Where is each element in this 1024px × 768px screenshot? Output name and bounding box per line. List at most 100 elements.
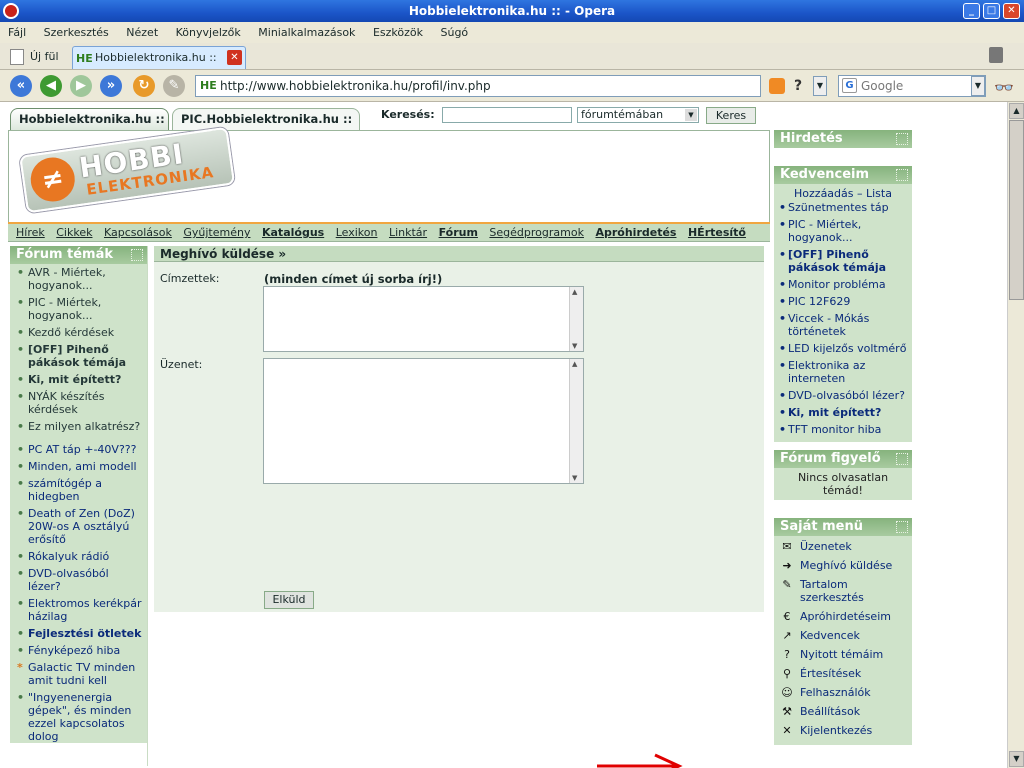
site-logo[interactable]: ≠ HOBBI ELEKTRONIKA: [19, 126, 237, 226]
fast-forward-icon[interactable]: »: [100, 75, 122, 97]
rewind-icon[interactable]: «: [10, 75, 32, 97]
panel-toggle-icon[interactable]: [131, 249, 143, 261]
ads-title: Hirdetés: [780, 131, 843, 146]
search-dropdown-icon[interactable]: ▼: [971, 76, 985, 96]
favorite-link[interactable]: Ki, mit épített?: [778, 406, 908, 419]
scroll-up-icon[interactable]: ▲: [1009, 103, 1024, 119]
forum-topic-link[interactable]: PC AT táp +-40V???: [14, 443, 143, 456]
panel-toggle-icon[interactable]: [896, 169, 908, 181]
favorite-link[interactable]: TFT monitor hiba: [778, 423, 908, 436]
forum-topic-link[interactable]: [OFF] Pihenő pákások témája: [14, 343, 143, 369]
zoom-glasses-icon[interactable]: 👓: [994, 78, 1014, 97]
panel-toggle-icon[interactable]: [896, 453, 908, 465]
favorite-link[interactable]: Elektronika az interneten: [778, 359, 908, 385]
nav-aprohirdetes[interactable]: Apróhirdetés: [595, 226, 676, 239]
forum-topic-link[interactable]: Fejlesztési ötletek: [14, 627, 143, 640]
menu-widgets[interactable]: Minialkalmazások: [258, 26, 355, 39]
page-scrollbar[interactable]: ▲ ▼: [1007, 102, 1024, 768]
nav-hirek[interactable]: Hírek: [16, 226, 45, 239]
nav-segedprogramok[interactable]: Segédprogramok: [489, 226, 584, 239]
menu-view[interactable]: Nézet: [126, 26, 158, 39]
my-menu-item[interactable]: ⚒ Beállítások: [778, 705, 908, 718]
new-tab-button[interactable]: Új fül: [8, 46, 59, 68]
search-engine-field[interactable]: G Google: [838, 75, 986, 97]
menu-edit[interactable]: Szerkesztés: [44, 26, 109, 39]
reload-icon[interactable]: ↻: [133, 75, 155, 97]
my-menu-item-label: Meghívó küldése: [800, 559, 893, 572]
scroll-down-icon[interactable]: ▼: [1009, 751, 1024, 767]
maximize-button[interactable]: □: [983, 3, 1000, 19]
favorite-link[interactable]: Viccek - Mókás történetek: [778, 312, 908, 338]
favorite-link[interactable]: PIC - Miértek, hogyanok...: [778, 218, 908, 244]
forum-topic-link[interactable]: Minden, ami modell: [14, 460, 143, 473]
favorite-link[interactable]: Szünetmentes táp: [778, 201, 908, 214]
forum-topic-link[interactable]: Galactic TV minden amit tudni kell: [14, 661, 143, 687]
trash-icon[interactable]: [989, 47, 1003, 63]
nav-gyujtemeny[interactable]: Gyűjtemény: [183, 226, 250, 239]
forward-icon[interactable]: ▶: [70, 75, 92, 97]
menu-file[interactable]: Fájl: [8, 26, 26, 39]
menu-tools[interactable]: Eszközök: [373, 26, 423, 39]
favorite-link[interactable]: [OFF] Pihenő pákások témája: [778, 248, 908, 274]
forum-topic-link[interactable]: Ki, mit épített?: [14, 373, 143, 386]
my-menu-item[interactable]: ✎ Tartalom szerkesztés: [778, 578, 908, 604]
message-textarea[interactable]: [263, 358, 584, 484]
nav-katalogus[interactable]: Katalógus: [262, 226, 324, 239]
back-icon[interactable]: ◀: [40, 75, 62, 97]
my-menu-item[interactable]: ✕ Kijelentkezés: [778, 724, 908, 737]
menu-help[interactable]: Súgó: [440, 26, 468, 39]
nav-linktar[interactable]: Linktár: [389, 226, 427, 239]
address-bar[interactable]: HE http://www.hobbielektronika.hu/profil…: [195, 75, 761, 97]
site-tab-pic[interactable]: PIC.Hobbielektronika.hu ::: [172, 108, 360, 130]
scroll-thumb[interactable]: [1009, 120, 1024, 300]
forum-topic-link[interactable]: "Ingyenenergia gépek", és minden ezzel k…: [14, 691, 143, 743]
forum-topic-link[interactable]: NYÁK készítés kérdések: [14, 390, 143, 416]
help-icon[interactable]: ?: [789, 76, 807, 96]
my-menu-item[interactable]: ➜ Meghívó küldése: [778, 559, 908, 572]
site-search-input[interactable]: [442, 107, 572, 123]
forum-topic-link[interactable]: Kezdő kérdések: [14, 326, 143, 339]
forum-topic-link[interactable]: DVD-olvasóból lézer?: [14, 567, 143, 593]
browser-tab-active[interactable]: HE Hobbielektronika.hu :: ✕: [72, 46, 246, 69]
forum-topic-link[interactable]: Ez milyen alkatrész?: [14, 420, 143, 433]
site-search-button[interactable]: Keres: [706, 107, 756, 124]
my-menu-item[interactable]: ☺ Felhasználók: [778, 686, 908, 699]
rss-icon[interactable]: [769, 78, 785, 94]
favorite-link[interactable]: LED kijelzős voltmérő: [778, 342, 908, 355]
nav-cikkek[interactable]: Cikkek: [56, 226, 92, 239]
forum-topic-link[interactable]: Death of Zen (DoZ) 20W-os A osztályú erő…: [14, 507, 143, 546]
my-menu-item[interactable]: € Apróhirdetéseim: [778, 610, 908, 623]
textarea-scrollbar[interactable]: [569, 359, 583, 483]
close-tab-icon[interactable]: ✕: [227, 50, 242, 65]
panel-toggle-icon[interactable]: [896, 133, 908, 145]
address-dropdown-icon[interactable]: ▼: [813, 76, 827, 96]
nav-hertesito[interactable]: HÉrtesítő: [688, 226, 746, 239]
favorites-add-link[interactable]: Hozzáadás – Lista: [778, 186, 908, 201]
site-tab-hobbi[interactable]: Hobbielektronika.hu ::: [10, 108, 169, 130]
favorite-link[interactable]: PIC 12F629: [778, 295, 908, 308]
nav-forum[interactable]: Fórum: [439, 226, 478, 239]
my-menu-item[interactable]: ⚲ Értesítések: [778, 667, 908, 680]
close-window-button[interactable]: ✕: [1003, 3, 1020, 19]
forum-topic-link[interactable]: Elektromos kerékpár házilag: [14, 597, 143, 623]
forum-topic-link[interactable]: AVR - Miértek, hogyanok...: [14, 266, 143, 292]
forum-topic-link[interactable]: Fényképező hiba: [14, 644, 143, 657]
send-button[interactable]: Elküld: [264, 591, 314, 609]
panel-toggle-icon[interactable]: [896, 521, 908, 533]
nav-lexikon[interactable]: Lexikon: [336, 226, 378, 239]
favorite-link[interactable]: Monitor probléma: [778, 278, 908, 291]
forum-topic-link[interactable]: Rókalyuk rádió: [14, 550, 143, 563]
forum-topic-link[interactable]: számítógép a hidegben: [14, 477, 143, 503]
minimize-button[interactable]: _: [963, 3, 980, 19]
menu-bookmarks[interactable]: Könyvjelzők: [176, 26, 241, 39]
my-menu-item[interactable]: ↗ Kedvencek: [778, 629, 908, 642]
recipients-textarea[interactable]: [263, 286, 584, 352]
my-menu-item[interactable]: ✉ Üzenetek: [778, 540, 908, 553]
favorite-link[interactable]: DVD-olvasóból lézer?: [778, 389, 908, 402]
nav-kapcsolasok[interactable]: Kapcsolások: [104, 226, 172, 239]
my-menu-item[interactable]: ? Nyitott témáim: [778, 648, 908, 661]
forum-topic-link[interactable]: PIC - Miértek, hogyanok...: [14, 296, 143, 322]
textarea-scrollbar[interactable]: [569, 287, 583, 351]
search-scope-select[interactable]: fórumtémában ▼: [577, 107, 699, 123]
edit-icon[interactable]: ✎: [163, 75, 185, 97]
